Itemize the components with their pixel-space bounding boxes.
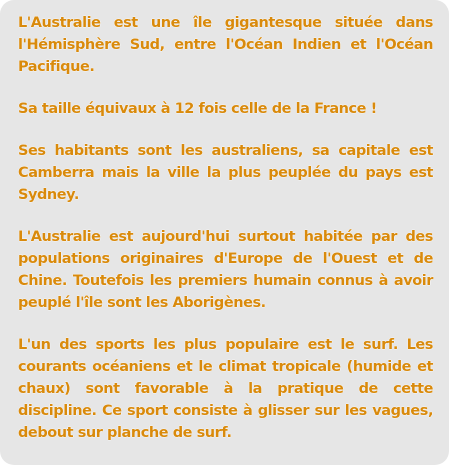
paragraph-inhabitants: Ses habitants sont les australiens, sa c… [18,143,434,203]
paragraph-geography: L'Australie est une île gigantesque situ… [18,15,434,75]
paragraph-surf: L'un des sports les plus populaire est l… [18,337,434,441]
paragraph-population: L'Australie est aujourd'hui surtout habi… [18,229,434,311]
paragraph-size: Sa taille équivaux à 12 fois celle de la… [18,101,378,117]
info-card: L'Australie est une île gigantesque situ… [0,0,449,465]
